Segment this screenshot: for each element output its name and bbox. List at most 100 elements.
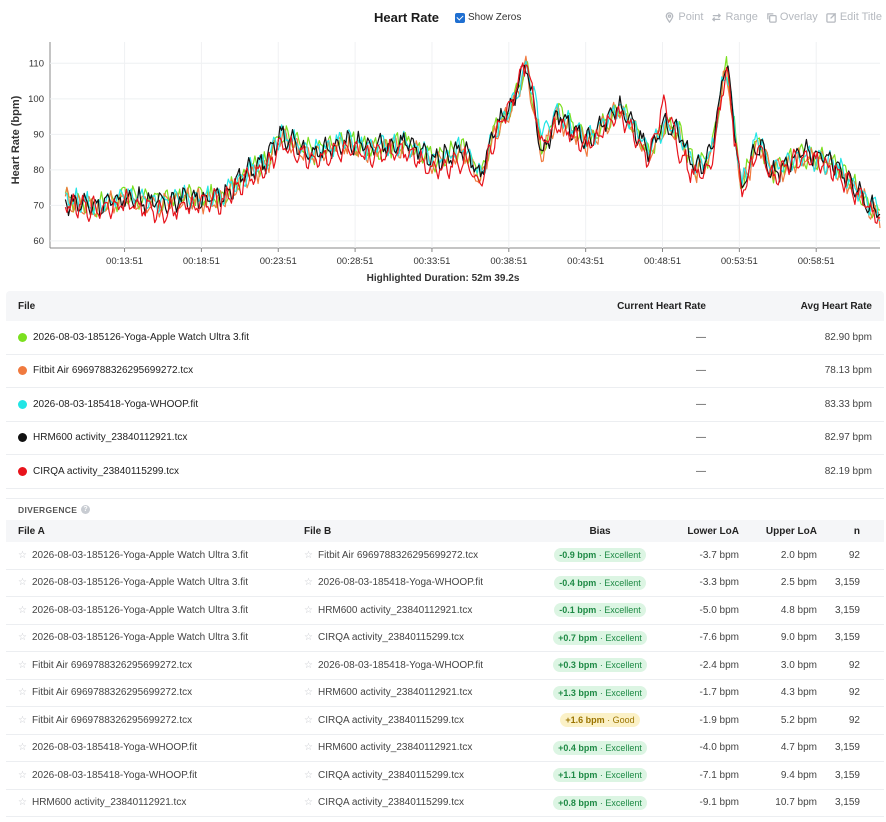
- header-bias[interactable]: Bias: [536, 526, 664, 537]
- star-icon[interactable]: ☆: [18, 605, 27, 616]
- n-value: 3,159: [834, 742, 860, 754]
- header-avg-hr[interactable]: Avg Heart Rate: [706, 301, 884, 312]
- file-row[interactable]: 2026-08-03-185418-Yoga-WHOOP.fit — 83.33 b…: [6, 388, 884, 422]
- star-icon[interactable]: ☆: [304, 687, 313, 698]
- heart-rate-chart[interactable]: 60 70 80 90 100 110 00:13:51 00:18:51 00:23:51 0…: [4, 38, 884, 274]
- header-file[interactable]: File: [6, 301, 546, 312]
- star-icon[interactable]: ☆: [304, 715, 313, 726]
- divergence-title: DIVERGENCE ?: [6, 498, 884, 520]
- star-icon[interactable]: ☆: [304, 577, 313, 588]
- n-value: 3,159: [834, 797, 860, 809]
- bias-cell: +1.3 bpm · Excellent: [536, 685, 664, 700]
- divergence-row[interactable]: ☆ 2026-08-03-185126-Yoga-Apple Watch Ultr…: [6, 625, 884, 652]
- star-icon[interactable]: ☆: [18, 797, 27, 808]
- star-icon[interactable]: ☆: [304, 770, 313, 781]
- header-upper-loa[interactable]: Upper LoA: [739, 526, 817, 537]
- star-icon[interactable]: ☆: [304, 797, 313, 808]
- pin-icon: [666, 11, 674, 23]
- file-row[interactable]: Fitbit Air 6969788326295699272.tcx — 78.13…: [6, 355, 884, 388]
- divergence-row[interactable]: ☆ 2026-08-03-185418-Yoga-WHOOP.fit ☆ CIRQA …: [6, 762, 884, 790]
- star-icon[interactable]: ☆: [18, 687, 27, 698]
- star-icon[interactable]: ☆: [304, 632, 313, 643]
- divergence-section: DIVERGENCE ? File A File B Bias Lower Lo…: [6, 498, 884, 817]
- file-a-name: 2026-08-03-185418-Yoga-WHOOP.fit: [31, 742, 198, 754]
- bias-rating: Excellent: [605, 660, 642, 671]
- star-icon[interactable]: ☆: [304, 742, 313, 753]
- header-lower-loa[interactable]: Lower LoA: [664, 526, 739, 537]
- heart-rate-chart-svg[interactable]: 60708090100110 00:13:51 00:18:51 00:23:51 0…: [4, 38, 884, 274]
- star-icon[interactable]: ☆: [18, 577, 27, 588]
- divergence-header: File A File B Bias Lower LoA Upper LoA n: [6, 520, 884, 542]
- file-row[interactable]: CIRQA activity_23840115299.tcx — 82.19 bpm: [6, 455, 884, 489]
- star-icon[interactable]: ☆: [304, 550, 313, 561]
- star-icon[interactable]: ☆: [18, 660, 27, 671]
- bias-value: -0.9 bpm: [559, 550, 597, 561]
- bias-badge: +0.7 bpm · Excellent: [553, 630, 647, 645]
- file-a-cell: ☆ 2026-08-03-185126-Yoga-Apple Watch Ultr…: [6, 632, 304, 643]
- divergence-row[interactable]: ☆ 2026-08-03-185126-Yoga-Apple Watch Ultr…: [6, 597, 884, 625]
- file-a-name: 2026-08-03-185126-Yoga-Apple Watch Ultra…: [31, 577, 249, 589]
- file-b-name: CIRQA activity_23840115299.tcx: [317, 797, 464, 809]
- checkbox-icon[interactable]: [455, 12, 465, 23]
- divergence-row[interactable]: ☆ 2026-08-03-185418-Yoga-WHOOP.fit ☆ HRM600…: [6, 735, 884, 762]
- file-row[interactable]: HRM600 activity_23840112921.tcx — 82.97 bp…: [6, 422, 884, 455]
- n-value: 92: [848, 687, 860, 699]
- x-axis-ticks: 00:13:51 00:18:51 00:23:51 00:28:51 00:33:51…: [106, 256, 835, 267]
- help-icon[interactable]: ?: [81, 505, 91, 514]
- bias-badge: +1.3 bpm · Excellent: [553, 685, 647, 700]
- y-tick-label: 90: [33, 129, 44, 140]
- avg-hr-value: 82.97 bpm: [824, 432, 872, 444]
- star-icon[interactable]: ☆: [18, 550, 27, 561]
- file-b-cell: ☆ CIRQA activity_23840115299.tcx: [304, 770, 536, 781]
- divergence-row[interactable]: ☆ Fitbit Air 6969788326295699272.tcx ☆ HRM6…: [6, 680, 884, 707]
- star-icon[interactable]: ☆: [304, 660, 313, 671]
- page-title: Heart Rate: [374, 10, 440, 25]
- file-b-cell: ☆ CIRQA activity_23840115299.tcx: [304, 632, 536, 643]
- star-icon[interactable]: ☆: [18, 632, 27, 643]
- bias-badge: -0.1 bpm · Excellent: [554, 603, 646, 618]
- bias-rating: Excellent: [604, 577, 641, 588]
- current-hr-value: —: [696, 331, 706, 343]
- header-n[interactable]: n: [817, 526, 872, 537]
- y-tick-label: 100: [28, 94, 44, 105]
- file-b-name: 2026-08-03-185418-Yoga-WHOOP.fit: [317, 659, 484, 671]
- series-color-dot: [18, 366, 27, 376]
- divergence-row[interactable]: ☆ 2026-08-03-185126-Yoga-Apple Watch Ultr…: [6, 542, 884, 570]
- header-current-hr[interactable]: Current Heart Rate: [546, 301, 706, 312]
- file-a-name: 2026-08-03-185126-Yoga-Apple Watch Ultra…: [31, 549, 249, 561]
- overlay-tool-button[interactable]: Overlay: [766, 11, 818, 23]
- divergence-row[interactable]: ☆ Fitbit Air 6969788326295699272.tcx ☆ CIRQ…: [6, 707, 884, 735]
- show-zeros-toggle[interactable]: Show Zeros: [455, 12, 521, 23]
- file-b-name: 2026-08-03-185418-Yoga-WHOOP.fit: [317, 577, 484, 589]
- file-a-cell: ☆ 2026-08-03-185126-Yoga-Apple Watch Ultr…: [6, 605, 304, 616]
- bias-cell: +0.3 bpm · Excellent: [536, 658, 664, 673]
- header-file-a[interactable]: File A: [6, 526, 304, 537]
- star-icon[interactable]: ☆: [18, 715, 27, 726]
- divergence-row[interactable]: ☆ 2026-08-03-185126-Yoga-Apple Watch Ultr…: [6, 570, 884, 597]
- file-a-cell: ☆ 2026-08-03-185126-Yoga-Apple Watch Ultr…: [6, 550, 304, 561]
- star-icon[interactable]: ☆: [304, 605, 313, 616]
- divergence-row[interactable]: ☆ Fitbit Air 6969788326295699272.tcx ☆ 2026…: [6, 652, 884, 680]
- file-cell: 2026-08-03-185418-Yoga-WHOOP.fit: [6, 399, 546, 410]
- y-tick-label: 110: [29, 58, 44, 69]
- bias-cell: -0.1 bpm · Excellent: [536, 603, 664, 618]
- file-row[interactable]: 2026-08-03-185126-Yoga-Apple Watch Ultra…: [6, 321, 884, 355]
- divergence-row[interactable]: ☆ HRM600 activity_23840112921.tcx ☆ CIRQA a…: [6, 790, 884, 817]
- header-file-b[interactable]: File B: [304, 526, 536, 537]
- star-icon[interactable]: ☆: [18, 770, 27, 781]
- range-tool-button[interactable]: Range: [711, 11, 758, 23]
- point-tool-button[interactable]: Point: [664, 11, 703, 23]
- range-tool-label: Range: [725, 11, 758, 23]
- file-cell: CIRQA activity_23840115299.tcx: [6, 466, 546, 477]
- bias-badge: +1.6 bpm · Good: [560, 713, 640, 728]
- bias-cell: +1.1 bpm · Excellent: [536, 768, 664, 783]
- file-a-cell: ☆ Fitbit Air 6969788326295699272.tcx: [6, 715, 304, 726]
- x-tick-label: 00:18:51: [183, 256, 220, 267]
- y-tick-label: 60: [33, 236, 44, 247]
- star-icon[interactable]: ☆: [18, 742, 27, 753]
- file-b-name: Fitbit Air 6969788326295699272.tcx: [317, 549, 479, 561]
- point-tool-label: Point: [678, 11, 704, 23]
- file-b-cell: ☆ HRM600 activity_23840112921.tcx: [304, 742, 536, 753]
- bias-value: +0.7 bpm: [558, 632, 598, 643]
- edit-title-button[interactable]: Edit Title: [826, 11, 882, 23]
